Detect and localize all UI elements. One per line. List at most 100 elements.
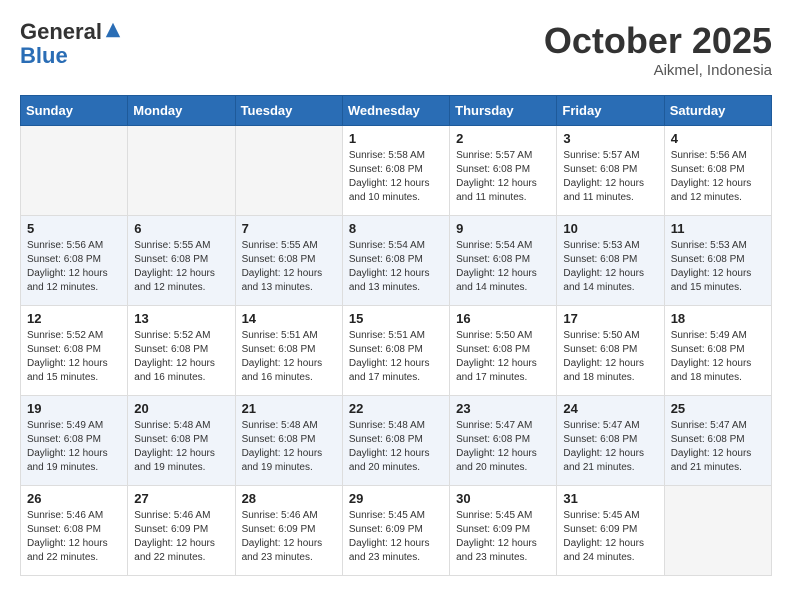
calendar-table: SundayMondayTuesdayWednesdayThursdayFrid… [20,95,772,576]
day-info: Sunrise: 5:54 AM Sunset: 6:08 PM Dayligh… [349,239,443,295]
title-area: October 2025 Aikmel, Indonesia [544,20,772,79]
calendar-cell [235,126,342,216]
calendar-cell [664,486,771,576]
day-number: 9 [456,221,550,236]
day-number: 19 [27,401,121,416]
day-info: Sunrise: 5:49 AM Sunset: 6:08 PM Dayligh… [27,419,121,475]
calendar-cell: 24 Sunrise: 5:47 AM Sunset: 6:08 PM Dayli… [557,396,664,486]
day-number: 3 [563,131,657,146]
calendar-header: General Blue October 2025 Aikmel, Indone… [20,20,772,79]
weekday-header-wednesday: Wednesday [342,96,449,126]
day-info: Sunrise: 5:47 AM Sunset: 6:08 PM Dayligh… [563,419,657,475]
day-info: Sunrise: 5:51 AM Sunset: 6:08 PM Dayligh… [242,329,336,385]
weekday-header-friday: Friday [557,96,664,126]
calendar-cell: 27 Sunrise: 5:46 AM Sunset: 6:09 PM Dayli… [128,486,235,576]
day-info: Sunrise: 5:55 AM Sunset: 6:08 PM Dayligh… [134,239,228,295]
calendar-cell: 6 Sunrise: 5:55 AM Sunset: 6:08 PM Daylig… [128,216,235,306]
day-number: 24 [563,401,657,416]
day-info: Sunrise: 5:45 AM Sunset: 6:09 PM Dayligh… [456,509,550,565]
day-number: 1 [349,131,443,146]
calendar-week-row-5: 26 Sunrise: 5:46 AM Sunset: 6:08 PM Dayli… [21,486,772,576]
day-number: 22 [349,401,443,416]
weekday-header-thursday: Thursday [450,96,557,126]
day-number: 12 [27,311,121,326]
calendar-cell: 22 Sunrise: 5:48 AM Sunset: 6:08 PM Dayli… [342,396,449,486]
day-number: 8 [349,221,443,236]
day-number: 5 [27,221,121,236]
day-info: Sunrise: 5:47 AM Sunset: 6:08 PM Dayligh… [456,419,550,475]
day-number: 6 [134,221,228,236]
day-number: 26 [27,491,121,506]
day-info: Sunrise: 5:52 AM Sunset: 6:08 PM Dayligh… [27,329,121,385]
calendar-cell: 12 Sunrise: 5:52 AM Sunset: 6:08 PM Dayli… [21,306,128,396]
day-number: 18 [671,311,765,326]
calendar-cell: 9 Sunrise: 5:54 AM Sunset: 6:08 PM Daylig… [450,216,557,306]
day-number: 14 [242,311,336,326]
day-info: Sunrise: 5:55 AM Sunset: 6:08 PM Dayligh… [242,239,336,295]
day-number: 10 [563,221,657,236]
day-number: 4 [671,131,765,146]
day-number: 27 [134,491,228,506]
day-info: Sunrise: 5:53 AM Sunset: 6:08 PM Dayligh… [671,239,765,295]
calendar-cell: 17 Sunrise: 5:50 AM Sunset: 6:08 PM Dayli… [557,306,664,396]
calendar-cell: 25 Sunrise: 5:47 AM Sunset: 6:08 PM Dayli… [664,396,771,486]
day-info: Sunrise: 5:46 AM Sunset: 6:09 PM Dayligh… [242,509,336,565]
calendar-cell: 10 Sunrise: 5:53 AM Sunset: 6:08 PM Dayli… [557,216,664,306]
day-info: Sunrise: 5:57 AM Sunset: 6:08 PM Dayligh… [456,149,550,205]
weekday-header-sunday: Sunday [21,96,128,126]
day-number: 17 [563,311,657,326]
calendar-cell: 28 Sunrise: 5:46 AM Sunset: 6:09 PM Dayli… [235,486,342,576]
calendar-cell: 2 Sunrise: 5:57 AM Sunset: 6:08 PM Daylig… [450,126,557,216]
day-info: Sunrise: 5:50 AM Sunset: 6:08 PM Dayligh… [563,329,657,385]
calendar-cell: 21Sunrise: 5:48 AM Sunset: 6:08 PM Dayli… [235,396,342,486]
day-number: 30 [456,491,550,506]
calendar-cell: 3Sunrise: 5:57 AM Sunset: 6:08 PM Daylig… [557,126,664,216]
day-info: Sunrise: 5:51 AM Sunset: 6:08 PM Dayligh… [349,329,443,385]
month-title: October 2025 [544,20,772,62]
logo: General Blue [20,20,124,68]
day-info: Sunrise: 5:53 AM Sunset: 6:08 PM Dayligh… [563,239,657,295]
calendar-cell: 30 Sunrise: 5:45 AM Sunset: 6:09 PM Dayli… [450,486,557,576]
day-number: 21 [242,401,336,416]
day-number: 2 [456,131,550,146]
day-info: Sunrise: 5:46 AM Sunset: 6:09 PM Dayligh… [134,509,228,565]
logo-general: General [20,19,102,44]
weekday-header-tuesday: Tuesday [235,96,342,126]
calendar-cell: 15 Sunrise: 5:51 AM Sunset: 6:08 PM Dayli… [342,306,449,396]
calendar-cell: 20 Sunrise: 5:48 AM Sunset: 6:08 PM Dayli… [128,396,235,486]
day-number: 11 [671,221,765,236]
day-info: Sunrise: 5:48 AM Sunset: 6:08 PM Dayligh… [134,419,228,475]
day-info: Sunrise: 5:54 AM Sunset: 6:08 PM Dayligh… [456,239,550,295]
day-info: Sunrise: 5:47 AM Sunset: 6:08 PM Dayligh… [671,419,765,475]
day-info: Sunrise: 5:48 AM Sunset: 6:08 PM Dayligh… [349,419,443,475]
day-info: Sunrise: 5:45 AM Sunset: 6:09 PM Dayligh… [349,509,443,565]
calendar-cell: 29 Sunrise: 5:45 AM Sunset: 6:09 PM Dayli… [342,486,449,576]
calendar-cell: 1 Sunrise: 5:58 AM Sunset: 6:08 PM Daylig… [342,126,449,216]
day-number: 13 [134,311,228,326]
day-info: Sunrise: 5:52 AM Sunset: 6:08 PM Dayligh… [134,329,228,385]
calendar-cell: 11 Sunrise: 5:53 AM Sunset: 6:08 PM Dayli… [664,216,771,306]
calendar-cell: 4 Sunrise: 5:56 AM Sunset: 6:08 PM Daylig… [664,126,771,216]
calendar-week-row-1: 1 Sunrise: 5:58 AM Sunset: 6:08 PM Daylig… [21,126,772,216]
calendar-cell: 7Sunrise: 5:55 AM Sunset: 6:08 PM Daylig… [235,216,342,306]
day-info: Sunrise: 5:46 AM Sunset: 6:08 PM Dayligh… [27,509,121,565]
calendar-cell: 23Sunrise: 5:47 AM Sunset: 6:08 PM Dayli… [450,396,557,486]
day-info: Sunrise: 5:56 AM Sunset: 6:08 PM Dayligh… [671,149,765,205]
calendar-cell: 19 Sunrise: 5:49 AM Sunset: 6:08 PM Dayli… [21,396,128,486]
calendar-cell: 14 Sunrise: 5:51 AM Sunset: 6:08 PM Dayli… [235,306,342,396]
weekday-header-row: SundayMondayTuesdayWednesdayThursdayFrid… [21,96,772,126]
day-number: 20 [134,401,228,416]
day-number: 29 [349,491,443,506]
weekday-header-saturday: Saturday [664,96,771,126]
calendar-cell: 26 Sunrise: 5:46 AM Sunset: 6:08 PM Dayli… [21,486,128,576]
calendar-cell: 8 Sunrise: 5:54 AM Sunset: 6:08 PM Daylig… [342,216,449,306]
day-number: 15 [349,311,443,326]
calendar-cell: 18 Sunrise: 5:49 AM Sunset: 6:08 PM Dayli… [664,306,771,396]
calendar-week-row-3: 12 Sunrise: 5:52 AM Sunset: 6:08 PM Dayli… [21,306,772,396]
day-info: Sunrise: 5:49 AM Sunset: 6:08 PM Dayligh… [671,329,765,385]
weekday-header-monday: Monday [128,96,235,126]
day-number: 28 [242,491,336,506]
day-info: Sunrise: 5:58 AM Sunset: 6:08 PM Dayligh… [349,149,443,205]
day-number: 25 [671,401,765,416]
calendar-cell: 13 Sunrise: 5:52 AM Sunset: 6:08 PM Dayli… [128,306,235,396]
